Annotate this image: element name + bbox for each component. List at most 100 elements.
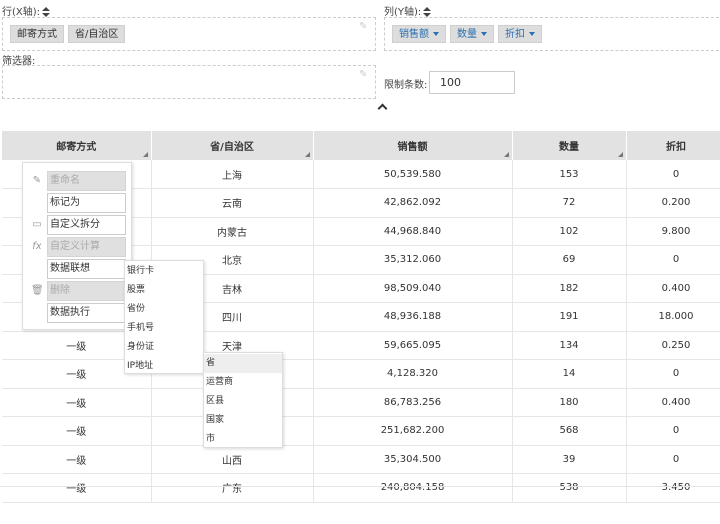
- table-cell: 72: [512, 188, 627, 218]
- table-cell: 一级: [2, 473, 152, 503]
- split-icon: ▭: [32, 219, 42, 230]
- submenu-item[interactable]: 市: [204, 430, 282, 449]
- menu-mark-as[interactable]: 标记为: [47, 193, 126, 213]
- table-cell: 0: [626, 416, 720, 446]
- table-cell: 153: [512, 160, 627, 189]
- table-cell: 0.200: [626, 188, 720, 218]
- resize-corner-icon[interactable]: [142, 152, 148, 157]
- table-cell: 35,304.500: [313, 445, 513, 474]
- header-province[interactable]: 省/自治区: [151, 131, 314, 160]
- menu-custom-split[interactable]: 自定义拆分: [47, 215, 126, 235]
- row-axis-label: 行(X轴):: [2, 3, 51, 18]
- table-cell: 4,128.320: [313, 359, 513, 389]
- collapse-up-icon[interactable]: [377, 101, 389, 113]
- trash-icon: 🗑: [31, 285, 44, 296]
- submenu-item[interactable]: 省: [204, 354, 282, 373]
- table-cell: 69: [512, 245, 627, 275]
- table-row: 一级 86,783.256 180 0.400: [2, 388, 720, 417]
- table-header-row: 邮寄方式 省/自治区 销售额 数量 折扣: [2, 131, 720, 160]
- table-cell: 0: [626, 359, 720, 389]
- submenu-item[interactable]: 身份证: [125, 338, 203, 357]
- horizontal-scrollbar[interactable]: [0, 486, 720, 487]
- table-cell: 191: [512, 302, 627, 332]
- limit-label: 限制条数:: [384, 80, 428, 91]
- table-cell: 59,665.095: [313, 331, 513, 360]
- table-cell: 0.250: [626, 331, 720, 360]
- table-row: 一级 天津 59,665.095 134 0.250: [2, 331, 720, 360]
- table-cell: 86,783.256: [313, 388, 513, 417]
- edit-icon[interactable]: ✎: [359, 70, 369, 80]
- table-cell: 0.400: [626, 388, 720, 417]
- table-cell: 14: [512, 359, 627, 389]
- table-cell: 一级: [2, 388, 152, 417]
- table-cell: 18.000: [626, 302, 720, 332]
- table-cell: 50,539.580: [313, 160, 513, 189]
- table-cell: 180: [512, 388, 627, 417]
- table-row: 一级 251,682.200 568 0: [2, 416, 720, 446]
- sort-icon[interactable]: [42, 7, 51, 17]
- menu-data-association[interactable]: 数据联想: [47, 259, 126, 279]
- datatype-submenu: 银行卡 股票 省份 手机号 身份证 IP地址: [124, 260, 204, 374]
- menu-data-execute[interactable]: 数据执行: [47, 303, 126, 323]
- table-cell: 山西: [151, 445, 314, 474]
- row-chip-province[interactable]: 省/自治区: [68, 25, 126, 43]
- field-context-menu: ✎ 重命名 标记为 ▭ 自定义拆分 fx 自定义计算 数据联想 🗑 删除 数据执…: [22, 162, 132, 330]
- submenu-item[interactable]: IP地址: [125, 357, 203, 376]
- resize-corner-icon[interactable]: [503, 152, 509, 157]
- edit-icon[interactable]: ✎: [359, 22, 369, 32]
- ip-submenu: 省 运营商 区县 国家 市: [203, 352, 283, 448]
- fx-icon: fx: [32, 241, 42, 252]
- table-cell: 0: [626, 245, 720, 275]
- submenu-item[interactable]: 股票: [125, 281, 203, 300]
- table-cell: 云南: [151, 188, 314, 218]
- table-cell: 182: [512, 274, 627, 303]
- header-quantity[interactable]: 数量: [512, 131, 627, 160]
- limit-input[interactable]: 100: [429, 71, 515, 94]
- chevron-down-icon: [529, 32, 535, 36]
- submenu-item[interactable]: 手机号: [125, 319, 203, 338]
- chevron-down-icon: [481, 32, 487, 36]
- col-chip-sales[interactable]: 销售额: [392, 25, 446, 43]
- row-chip-shipping[interactable]: 邮寄方式: [10, 25, 64, 43]
- table-cell: 98,509.040: [313, 274, 513, 303]
- menu-rename[interactable]: 重命名: [47, 171, 126, 191]
- table-cell: 538: [512, 473, 627, 503]
- table-cell: 一级: [2, 445, 152, 474]
- col-chip-discount[interactable]: 折扣: [498, 25, 542, 43]
- menu-delete[interactable]: 删除: [47, 281, 126, 301]
- table-cell: 568: [512, 416, 627, 446]
- table-cell: 251,682.200: [313, 416, 513, 446]
- filter-dropzone[interactable]: ✎: [2, 65, 376, 99]
- submenu-item[interactable]: 区县: [204, 392, 282, 411]
- chevron-down-icon: [433, 32, 439, 36]
- table-cell: 0: [626, 160, 720, 189]
- resize-corner-icon[interactable]: [617, 152, 623, 157]
- table-cell: 44,968.840: [313, 217, 513, 246]
- table-cell: 上海: [151, 160, 314, 189]
- submenu-item[interactable]: 运营商: [204, 373, 282, 392]
- table-cell: 240,804.158: [313, 473, 513, 503]
- header-sales[interactable]: 销售额: [313, 131, 513, 160]
- col-chip-quantity[interactable]: 数量: [450, 25, 494, 43]
- header-discount[interactable]: 折扣: [626, 131, 720, 160]
- header-shipping[interactable]: 邮寄方式: [2, 131, 152, 160]
- table-cell: 0: [626, 445, 720, 474]
- table-cell: 102: [512, 217, 627, 246]
- resize-corner-icon[interactable]: [304, 152, 310, 157]
- table-cell: 42,862.092: [313, 188, 513, 218]
- submenu-item[interactable]: 国家: [204, 411, 282, 430]
- table-cell: 广东: [151, 473, 314, 503]
- col-axis-label: 列(Y轴):: [384, 3, 432, 18]
- table-cell: 内蒙古: [151, 217, 314, 246]
- menu-custom-calc[interactable]: 自定义计算: [47, 237, 126, 257]
- table-row: 一级 山西 35,304.500 39 0: [2, 445, 720, 474]
- table-cell: 134: [512, 331, 627, 360]
- table-cell: 35,312.060: [313, 245, 513, 275]
- sort-icon[interactable]: [423, 7, 432, 17]
- submenu-item[interactable]: 银行卡: [125, 262, 203, 281]
- submenu-item[interactable]: 省份: [125, 300, 203, 319]
- table-row: 一级 4,128.320 14 0: [2, 359, 720, 389]
- table-row: 一级 广东 240,804.158 538 3.450: [2, 473, 720, 503]
- pencil-icon: ✎: [32, 175, 42, 186]
- table-cell: 0.400: [626, 274, 720, 303]
